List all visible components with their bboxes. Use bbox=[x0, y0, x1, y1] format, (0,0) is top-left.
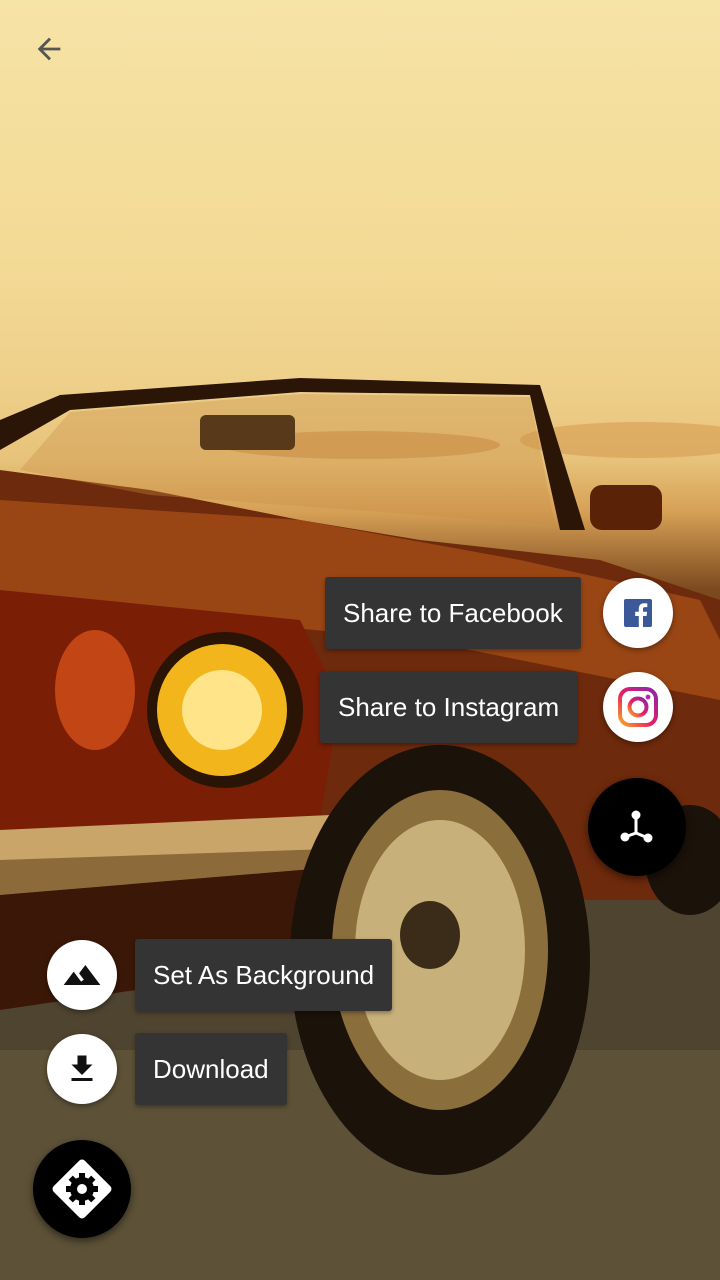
share-facebook-button[interactable] bbox=[603, 578, 673, 648]
settings-icon bbox=[52, 1159, 112, 1219]
facebook-icon bbox=[624, 599, 652, 627]
share-facebook-label[interactable]: Share to Facebook bbox=[325, 577, 581, 649]
download-button[interactable] bbox=[47, 1034, 117, 1104]
download-icon bbox=[71, 1055, 93, 1081]
back-button[interactable] bbox=[24, 24, 74, 74]
set-background-label[interactable]: Set As Background bbox=[135, 939, 393, 1011]
download-label[interactable]: Download bbox=[135, 1033, 287, 1105]
instagram-icon bbox=[618, 687, 658, 727]
arrow-back-icon bbox=[37, 37, 61, 61]
actions-menu-button[interactable] bbox=[33, 1140, 131, 1238]
landscape-icon bbox=[63, 965, 101, 985]
share-menu-button[interactable] bbox=[588, 778, 686, 876]
share-icon bbox=[620, 810, 653, 843]
set-background-button[interactable] bbox=[47, 940, 117, 1010]
share-instagram-label[interactable]: Share to Instagram bbox=[320, 671, 578, 743]
share-instagram-button[interactable] bbox=[603, 672, 673, 742]
